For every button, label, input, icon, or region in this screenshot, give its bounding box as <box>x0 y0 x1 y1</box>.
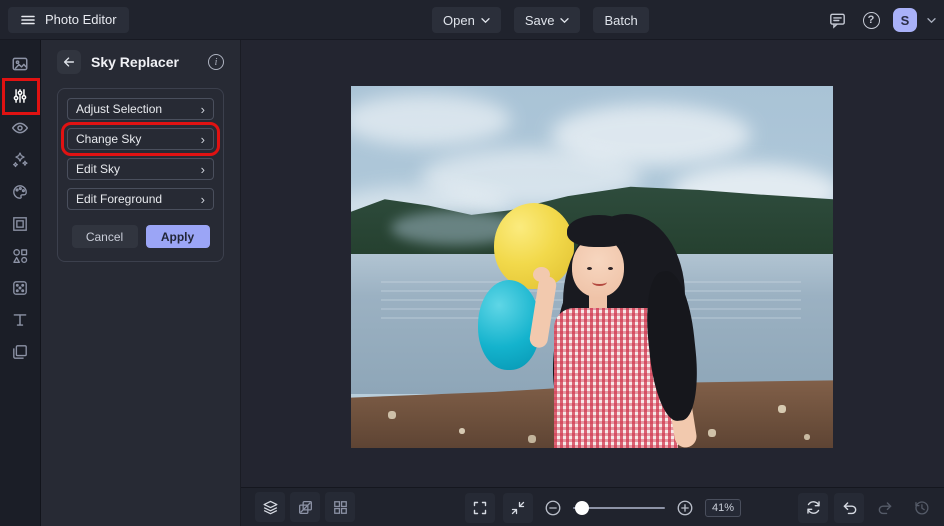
rail-item-artsy[interactable] <box>2 178 38 206</box>
topbar: Photo Editor Open Save Batch ? S <box>0 0 944 40</box>
eye <box>587 267 592 270</box>
rail-item-layers[interactable] <box>2 338 38 366</box>
rail-item-text[interactable] <box>2 306 38 334</box>
info-icon: i <box>208 54 224 70</box>
file-actions: Open Save Batch <box>432 7 649 33</box>
reset-button[interactable] <box>798 492 828 523</box>
edit-sky-button[interactable]: Edit Sky › <box>67 158 214 180</box>
minus-circle-icon <box>545 500 561 515</box>
zoom-out-button[interactable] <box>541 496 565 520</box>
question-mark-icon: ? <box>862 11 880 29</box>
batch-button[interactable]: Batch <box>593 7 649 33</box>
zoom-in-button[interactable] <box>673 496 697 520</box>
account-chevron-down-icon[interactable] <box>927 17 936 24</box>
pebbles <box>351 386 353 388</box>
layers-copies-icon <box>13 345 27 359</box>
effects-sparkle-icon <box>12 152 28 168</box>
fit-to-screen-button[interactable] <box>503 492 533 523</box>
photo-editor-app: Photo Editor Open Save Batch ? S Sky Rep… <box>0 0 944 526</box>
help-button[interactable]: ? <box>859 8 883 32</box>
refresh-icon <box>806 501 820 514</box>
bottombar: 41% <box>241 487 944 526</box>
resize-button[interactable] <box>290 492 320 522</box>
arrow-left-icon <box>63 57 75 67</box>
graphics-shapes-icon <box>13 249 28 263</box>
hamburger-menu-icon <box>21 15 35 24</box>
chevron-down-icon <box>560 17 570 23</box>
hair-bangs <box>567 215 631 247</box>
image-icon <box>12 57 28 71</box>
history-button[interactable] <box>906 493 936 523</box>
chat-icon <box>829 13 845 29</box>
chevron-down-icon <box>481 17 490 23</box>
back-button[interactable] <box>57 50 81 74</box>
undo-icon <box>843 502 856 515</box>
fullscreen-button[interactable] <box>465 492 495 523</box>
save-button[interactable]: Save <box>513 7 581 33</box>
main-menu-button[interactable]: Photo Editor <box>8 6 129 33</box>
plus-circle-icon <box>677 500 693 515</box>
layers-stack-icon <box>262 500 278 514</box>
rail-item-touchup[interactable] <box>2 114 38 142</box>
minimize-icon <box>511 501 525 514</box>
rail-item-overlays[interactable] <box>2 274 38 302</box>
chevron-right-icon: › <box>200 101 205 117</box>
layers-panel-button[interactable] <box>255 492 285 522</box>
photo-canvas[interactable] <box>351 86 833 448</box>
touchup-eye-icon <box>11 122 29 134</box>
history-controls <box>798 488 936 526</box>
grid-icon <box>333 500 347 514</box>
panel-actions: Cancel Apply <box>67 225 214 248</box>
sky-replacer-options-card: Adjust Selection › Change Sky › Edit Sky… <box>57 88 224 262</box>
history-clock-icon <box>914 501 929 515</box>
zoom-slider-knob[interactable] <box>575 500 589 515</box>
text-icon <box>13 314 27 326</box>
app-title: Photo Editor <box>45 12 117 27</box>
feedback-chat-button[interactable] <box>825 8 849 32</box>
templates-grid-button[interactable] <box>325 492 355 522</box>
redo-button[interactable] <box>870 493 900 523</box>
chevron-right-icon: › <box>200 191 205 207</box>
undo-button[interactable] <box>834 492 864 523</box>
chevron-right-icon: › <box>200 161 205 177</box>
zoom-percentage[interactable]: 41% <box>705 498 741 517</box>
artsy-palette-icon <box>13 185 27 199</box>
cancel-button[interactable]: Cancel <box>71 225 138 248</box>
rail-item-graphics[interactable] <box>2 242 38 270</box>
eye <box>608 267 613 270</box>
maximize-icon <box>473 501 487 514</box>
change-sky-button[interactable]: Change Sky › <box>61 122 220 156</box>
bottombar-left <box>255 492 355 522</box>
rail-item-adjust[interactable] <box>2 82 38 110</box>
rail-item-effects[interactable] <box>2 146 38 174</box>
chevron-right-icon: › <box>200 131 205 147</box>
tool-rail <box>0 40 41 526</box>
smile <box>592 278 607 286</box>
zoom-slider[interactable] <box>573 500 665 515</box>
adjust-selection-button[interactable]: Adjust Selection › <box>67 98 214 120</box>
rail-item-frames[interactable] <box>2 210 38 238</box>
info-button[interactable]: i <box>208 54 224 70</box>
overlays-texture-icon <box>13 281 27 295</box>
topbar-right: ? S <box>825 0 936 40</box>
transform-resize-icon <box>298 500 312 514</box>
frames-icon <box>13 217 27 231</box>
canvas-area <box>241 40 944 487</box>
sky-replacer-panel: Sky Replacer i Adjust Selection › Change… <box>41 40 241 526</box>
hand <box>533 267 550 282</box>
panel-title: Sky Replacer <box>91 54 179 70</box>
apply-button[interactable]: Apply <box>145 225 210 248</box>
edit-foreground-button[interactable]: Edit Foreground › <box>67 188 214 210</box>
open-button[interactable]: Open <box>432 7 501 33</box>
adjust-sliders-icon <box>13 89 27 103</box>
panel-header: Sky Replacer i <box>41 40 240 84</box>
user-avatar[interactable]: S <box>893 8 917 32</box>
zoom-controls: 41% <box>465 488 741 526</box>
cloud <box>351 94 511 146</box>
rail-item-edit[interactable] <box>2 50 38 78</box>
redo-icon <box>878 502 891 515</box>
